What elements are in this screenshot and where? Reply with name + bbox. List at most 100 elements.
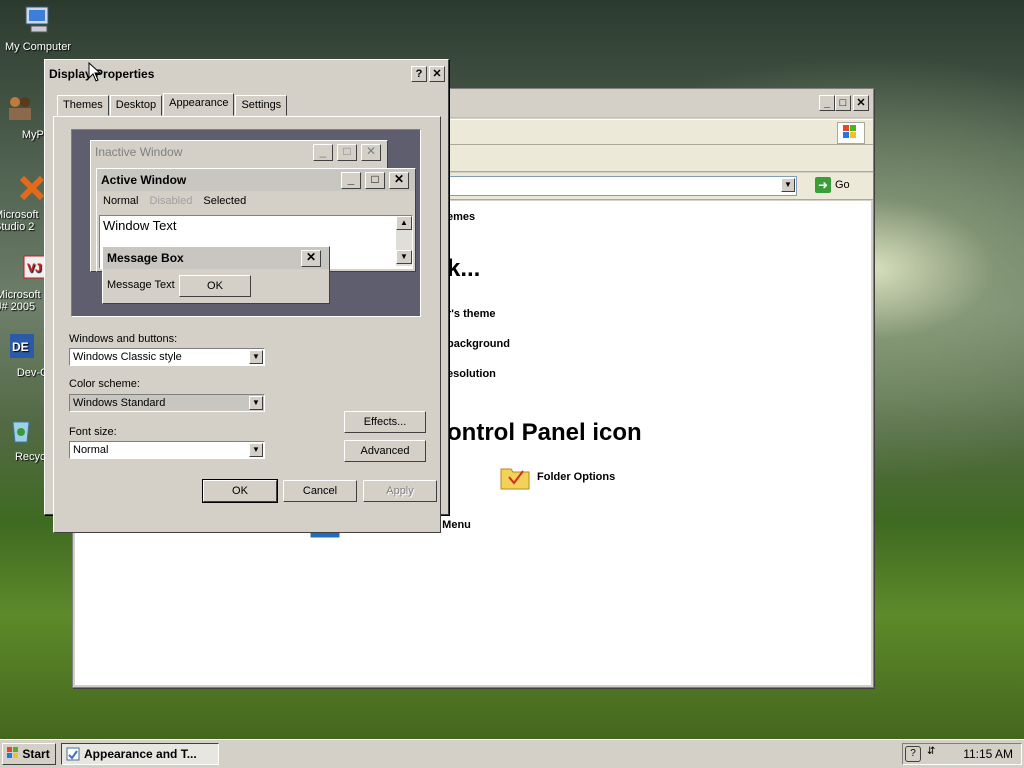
chevron-down-icon[interactable]: ▼ — [249, 350, 263, 364]
desktop-icon-recycle[interactable]: Recycl — [0, 414, 48, 463]
scroll-down-icon: ▼ — [396, 250, 412, 264]
pick-icon-heading: ontrol Panel icon — [447, 419, 642, 446]
menu-normal: Normal — [103, 195, 139, 207]
windows-flag-icon — [843, 125, 856, 138]
desktop-icon-label: Recycl — [14, 451, 48, 463]
network-icon[interactable]: ⇵ — [927, 746, 935, 757]
advanced-button[interactable]: Advanced — [344, 440, 426, 462]
cancel-button[interactable]: Cancel — [283, 480, 357, 502]
preview-message-box: Message Box ✕ Message Text OK — [102, 246, 330, 304]
desktop-icon-label: My Computer — [4, 41, 72, 53]
start-label: Start — [22, 747, 50, 761]
minimize-icon: _ — [313, 144, 333, 161]
desktop-icon-label: Microsoft Studio 2 — [0, 209, 39, 233]
font-size-value: Normal — [73, 444, 109, 456]
recycle-bin-icon — [12, 421, 30, 443]
menu-selected: Selected — [203, 195, 247, 207]
desktop-icon-devc[interactable]: DE Dev-C — [0, 330, 48, 379]
go-arrow-icon: ➜ — [815, 177, 831, 193]
dev-cpp-icon: DE — [10, 334, 34, 358]
preview-ok-button: OK — [179, 275, 251, 297]
dialog-titlebar[interactable]: Display Properties ? ✕ — [47, 62, 446, 86]
tab-settings[interactable]: Settings — [235, 95, 288, 116]
tab-strip: Themes Desktop Appearance Settings — [57, 93, 288, 116]
svg-text:VJ: VJ — [27, 261, 42, 275]
help-icon: ? — [415, 68, 423, 80]
pick-task-heading: k... — [447, 255, 481, 282]
mouse-cursor-icon — [88, 62, 102, 82]
preview-scrollbar: ▲ ▼ — [396, 216, 412, 266]
go-button[interactable]: ➜ Go — [815, 176, 850, 194]
task-link-screen-saver[interactable]: r's theme — [447, 308, 495, 320]
control-panel-icon — [66, 747, 80, 761]
window-text: Window Text — [103, 218, 177, 233]
windows-logo — [837, 122, 865, 144]
start-button[interactable]: Start — [2, 743, 56, 765]
system-tray: ? ⇵ 11:15 AM — [902, 743, 1022, 765]
task-link-resolution[interactable]: esolution — [447, 368, 496, 380]
folder-options-icon — [500, 468, 530, 490]
tab-appearance[interactable]: Appearance — [163, 93, 235, 116]
scroll-up-icon: ▲ — [396, 216, 412, 230]
active-window-title: Active Window — [101, 173, 187, 187]
svg-text:DE: DE — [12, 340, 29, 354]
close-icon: ✕ — [361, 144, 381, 161]
chevron-down-icon[interactable]: ▼ — [249, 443, 263, 457]
preview-menu: Normal Disabled Selected — [97, 191, 415, 211]
message-box-title: Message Box — [107, 251, 184, 265]
color-scheme-label: Color scheme: — [69, 378, 140, 390]
people-icon — [9, 97, 31, 120]
desktop-icon-label: Microsoft J# 2005 — [0, 289, 41, 313]
font-size-select[interactable]: Normal ▼ — [69, 441, 265, 459]
close-icon: ✕ — [856, 97, 866, 109]
chevron-down-icon[interactable]: ▼ — [249, 396, 263, 410]
effects-button[interactable]: Effects... — [344, 411, 426, 433]
maximize-icon: □ — [337, 144, 357, 161]
display-properties-dialog[interactable]: Display Properties ? ✕ Themes Desktop Ap… — [44, 59, 449, 533]
address-field[interactable]: ▼ — [443, 176, 797, 196]
apply-button[interactable]: Apply — [363, 480, 437, 502]
windows-buttons-label: Windows and buttons: — [69, 333, 178, 345]
maximize-icon: □ — [365, 172, 385, 189]
appearance-panel: Inactive Window _ □ ✕ Active Window _ □ … — [53, 116, 441, 533]
font-size-label: Font size: — [69, 426, 117, 438]
desktop-icon-mypa[interactable]: MyPa — [0, 92, 50, 141]
inactive-window-title: Inactive Window — [95, 145, 183, 159]
help-button[interactable]: ? — [411, 66, 427, 82]
tab-themes[interactable]: Themes — [57, 95, 109, 116]
taskbar-item-label: Appearance and T... — [84, 747, 197, 761]
message-text: Message Text — [107, 279, 175, 291]
folder-options-label: Folder Options — [537, 471, 616, 483]
folder-options-link[interactable]: Folder Options — [499, 463, 615, 491]
minimize-icon: _ — [341, 172, 361, 189]
desktop-icon-label: Dev-C — [16, 367, 48, 379]
close-icon: ✕ — [432, 68, 442, 80]
desktop-icon-my-computer[interactable]: My Computer — [0, 4, 76, 53]
minimize-icon: _ — [823, 97, 831, 109]
help-icon[interactable]: ? — [905, 746, 921, 762]
close-button[interactable]: ✕ — [429, 66, 445, 82]
desktop-icon-visual-studio[interactable]: Microsoft Studio 2 — [0, 172, 50, 233]
clock[interactable]: 11:15 AM — [963, 747, 1013, 761]
windows-buttons-value: Windows Classic style — [73, 351, 182, 363]
appearance-preview: Inactive Window _ □ ✕ Active Window _ □ … — [71, 129, 421, 317]
maximize-button[interactable]: □ — [835, 95, 851, 111]
my-computer-icon — [25, 6, 49, 33]
task-link-themes[interactable]: emes — [447, 211, 475, 223]
color-scheme-select[interactable]: Windows Standard ▼ — [69, 394, 265, 412]
close-icon: ✕ — [301, 250, 321, 267]
minimize-button[interactable]: _ — [819, 95, 835, 111]
ok-button[interactable]: OK — [202, 479, 278, 503]
windows-flag-icon — [7, 747, 18, 758]
task-link-background[interactable]: background — [447, 338, 510, 350]
chevron-down-icon[interactable]: ▼ — [781, 178, 795, 192]
close-button[interactable]: ✕ — [853, 95, 869, 111]
menu-disabled: Disabled — [149, 195, 193, 207]
windows-buttons-select[interactable]: Windows Classic style ▼ — [69, 348, 265, 366]
desktop-icon-label: MyPa — [21, 129, 50, 141]
color-scheme-value: Windows Standard — [73, 397, 166, 409]
taskbar-item-appearance[interactable]: Appearance and T... — [61, 743, 219, 765]
close-icon: ✕ — [389, 172, 409, 189]
tab-desktop[interactable]: Desktop — [109, 95, 163, 116]
go-label: Go — [835, 179, 850, 191]
